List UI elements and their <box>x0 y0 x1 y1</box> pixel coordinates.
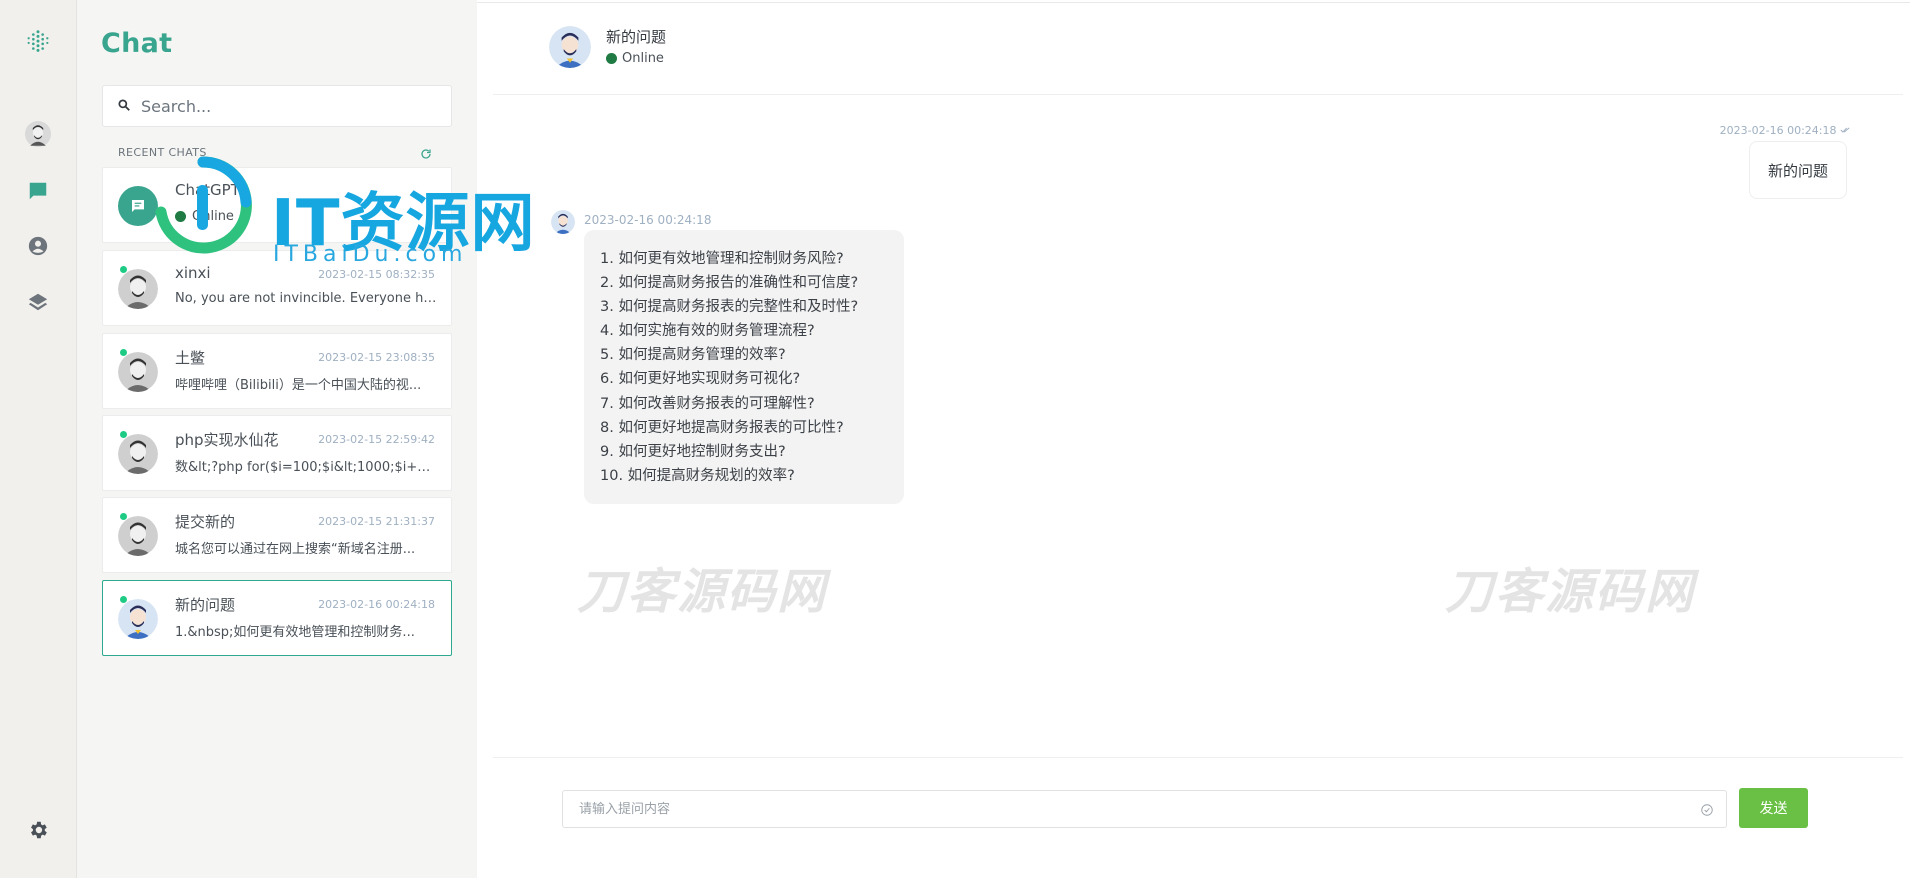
avatar <box>118 269 158 309</box>
chat-preview: No, you are not invincible. Everyone has… <box>175 291 437 306</box>
footer-divider <box>493 757 1903 758</box>
avatar <box>118 352 158 392</box>
answer-line: 9. 如何更好地控制财务支出? <box>600 443 786 460</box>
logo-ring-icon <box>155 156 252 254</box>
answer-line: 4. 如何实施有效的财务管理流程? <box>600 323 815 340</box>
chat-list-panel: Chat RECENT CHATS ChatGPT Online xinxi 2… <box>77 0 477 878</box>
answer-list: 1. 如何更有效地管理和控制财务风险? 2. 如何提高财务报告的准确性和可信度?… <box>600 247 888 488</box>
top-divider <box>477 2 1910 3</box>
settings-icon[interactable] <box>24 816 52 844</box>
panel-title: Chat <box>101 28 173 59</box>
message-input[interactable] <box>577 791 1677 827</box>
chat-item-submit-new[interactable]: 提交新的 2023-02-15 21:31:37 城名您可以通过在网上搜索“新域… <box>102 497 452 573</box>
incoming-message-time: 2023-02-16 00:24:18 <box>584 213 712 227</box>
avatar <box>118 516 158 556</box>
watermark-left: 刀客源码网 <box>577 564 828 620</box>
conversation-avatar <box>549 26 591 68</box>
search-box[interactable] <box>102 85 452 127</box>
chat-name: 提交新的 <box>175 513 236 531</box>
search-input[interactable] <box>139 95 439 117</box>
chat-name: 新的问题 <box>175 596 236 614</box>
answer-line: 5. 如何提高财务管理的效率? <box>600 347 786 364</box>
watermark-logo: IT资源网 ITBaiDu.com <box>148 150 568 270</box>
chat-name: 土鳖 <box>175 349 206 367</box>
check-circle-icon[interactable] <box>1700 802 1714 821</box>
chat-preview: 城名您可以通过在网上搜索“新域名注册... <box>175 542 416 557</box>
message-composer[interactable] <box>562 790 1727 828</box>
outgoing-message-time: 2023-02-16 00:24:18 <box>1720 124 1850 137</box>
chat-time: 2023-02-15 21:31:37 <box>318 515 435 528</box>
double-check-icon <box>1840 124 1850 137</box>
chat-preview: 数&lt;?php for($i=100;$i&lt;1000;$i++)... <box>175 460 437 475</box>
layers-icon[interactable] <box>24 288 52 316</box>
chat-item-tubie[interactable]: 土鳖 2023-02-15 23:08:35 哔哩哔哩（Bilibili）是一个… <box>102 333 452 409</box>
header-divider <box>493 94 1903 95</box>
answer-line: 3. 如何提高财务报表的完整性和及时性? <box>600 299 859 316</box>
answer-line: 7. 如何改善财务报表的可理解性? <box>600 395 815 412</box>
answer-line: 10. 如何提高财务规划的效率? <box>600 467 795 484</box>
chat-icon[interactable] <box>24 177 52 205</box>
search-icon <box>117 97 131 116</box>
watermark-right: 刀客源码网 <box>1445 564 1696 620</box>
chat-time: 2023-02-15 23:08:35 <box>318 351 435 364</box>
icon-rail <box>0 0 77 878</box>
answer-line: 8. 如何更好地提高财务报表的可比性? <box>600 419 844 436</box>
chat-time: 2023-02-15 22:59:42 <box>318 433 435 446</box>
chat-item-new-question[interactable]: 新的问题 2023-02-16 00:24:18 1.&nbsp;如何更有效地管… <box>102 580 452 656</box>
online-dot-icon <box>606 53 617 64</box>
avatar <box>118 434 158 474</box>
profile-avatar[interactable] <box>24 120 52 148</box>
chat-preview: 1.&nbsp;如何更有效地管理和控制财务... <box>175 625 415 640</box>
chat-time: 2023-02-16 00:24:18 <box>318 598 435 611</box>
chat-item-php[interactable]: php实现水仙花 2023-02-15 22:59:42 数&lt;?php f… <box>102 415 452 491</box>
chat-preview: 哔哩哔哩（Bilibili）是一个中国大陆的视... <box>175 378 422 393</box>
send-button[interactable]: 发送 <box>1739 788 1808 828</box>
chat-name: php实现水仙花 <box>175 431 279 449</box>
avatar <box>118 599 158 639</box>
answer-line: 6. 如何更好地实现财务可视化? <box>600 371 801 388</box>
conversation-status: Online <box>606 51 664 66</box>
answer-line: 1. 如何更有效地管理和控制财务风险? <box>600 251 844 267</box>
answer-line: 2. 如何提高财务报告的准确性和可信度? <box>600 275 859 292</box>
incoming-message-bubble: 1. 如何更有效地管理和控制财务风险? 2. 如何提高财务报告的准确性和可信度?… <box>584 230 904 504</box>
brand-icon[interactable] <box>24 28 52 56</box>
user-circle-icon[interactable] <box>24 232 52 260</box>
watermark-logo-subtext: ITBaiDu.com <box>273 242 468 267</box>
conversation-title: 新的问题 <box>606 28 667 46</box>
outgoing-message-bubble: 新的问题 <box>1748 141 1847 199</box>
conversation-area: 新的问题 Online 2023-02-16 00:24:18 新的问题 202… <box>477 0 1910 878</box>
